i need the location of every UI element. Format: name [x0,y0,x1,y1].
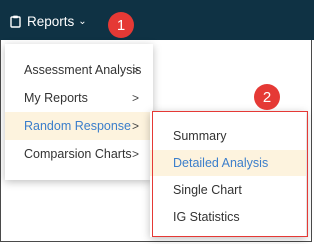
submenu-item-single-chart[interactable]: Single Chart [150,177,306,203]
reports-dropdown-menu: Assessment Analysis > My Reports > Rando… [5,44,153,180]
annotation-badge-2: 2 [254,84,280,110]
menu-item-assessment-analysis[interactable]: Assessment Analysis > [5,56,153,84]
submenu-item-label: IG Statistics [173,210,240,224]
menu-item-label: Random Response [24,119,132,133]
reports-label: Reports [27,13,75,29]
chevron-right-icon: > [131,91,139,105]
submenu-item-label: Detailed Analysis [173,156,269,170]
menu-item-label: My Reports [24,91,88,105]
menu-item-label: Assessment Analysis [24,63,142,77]
chevron-right-icon: > [131,63,139,77]
menu-item-random-response[interactable]: Random Response > [5,112,153,140]
submenu-item-ig-statistics[interactable]: IG Statistics [150,204,306,230]
submenu-item-summary[interactable]: Summary [150,123,306,149]
menu-item-comparsion-charts[interactable]: Comparsion Charts > [5,140,153,168]
chevron-right-icon: > [131,119,139,133]
submenu-item-label: Summary [173,129,227,143]
menu-item-label: Comparsion Charts [24,147,132,161]
top-navbar: Reports ⌄ [0,0,314,40]
menu-item-my-reports[interactable]: My Reports > [5,84,153,112]
chevron-right-icon: > [131,147,139,161]
submenu-item-label: Single Chart [173,183,242,197]
reports-menu-button[interactable]: Reports ⌄ [10,10,87,32]
clipboard-icon [10,15,21,28]
annotation-badge-1: 1 [108,12,134,38]
submenu-item-detailed-analysis[interactable]: Detailed Analysis [150,150,306,176]
random-response-submenu: Summary Detailed Analysis Single Chart I… [150,111,306,237]
chevron-down-icon: ⌄ [78,15,87,27]
